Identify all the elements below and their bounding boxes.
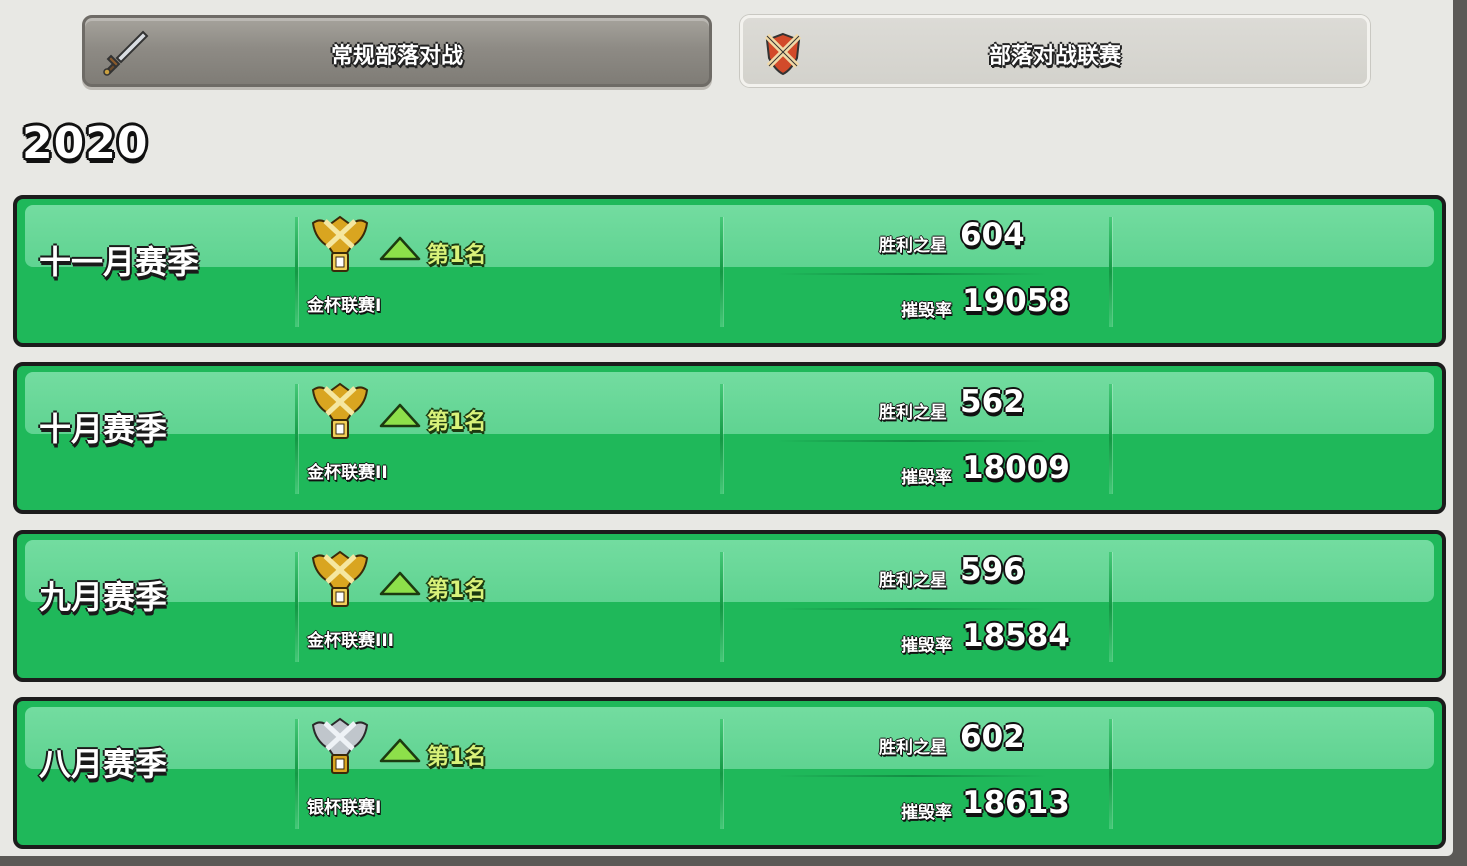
gold-league-badge-icon xyxy=(311,215,369,272)
destruction-value: 19058 xyxy=(962,283,1070,319)
rank-label: 第1名 xyxy=(427,243,487,268)
stars-label: 胜利之星 xyxy=(879,571,947,591)
destruction-label: 摧毁率 xyxy=(901,301,952,321)
destruction-value: 18009 xyxy=(962,450,1070,486)
destruction-label: 摧毁率 xyxy=(901,803,952,823)
tab-war-league[interactable]: 部落对战联赛 xyxy=(740,15,1370,87)
destruction-value: 18613 xyxy=(962,785,1070,821)
rank-label: 第1名 xyxy=(427,410,487,435)
season-row[interactable]: 八月赛季 第1名 银杯联赛I 胜利之星 602 摧毁率 18613 xyxy=(13,697,1446,849)
league-name: 金杯联赛III xyxy=(307,631,394,651)
rank-label: 第1名 xyxy=(427,745,487,770)
season-row[interactable]: 十一月赛季 第1名 金杯联赛I 胜利之星 604 摧毁率 19058 xyxy=(13,195,1446,347)
season-name: 八月赛季 xyxy=(39,745,168,783)
stars-value: 604 xyxy=(960,217,1025,253)
season-row[interactable]: 十月赛季 第1名 金杯联赛II 胜利之星 562 摧毁率 18009 xyxy=(13,362,1446,514)
stars-label: 胜利之星 xyxy=(879,236,947,256)
up-arrow-icon xyxy=(379,571,421,596)
silver-league-badge-icon xyxy=(311,717,369,774)
stars-value: 602 xyxy=(960,719,1025,755)
up-arrow-icon xyxy=(379,236,421,261)
gold-league-badge-icon xyxy=(311,550,369,607)
stars-label: 胜利之星 xyxy=(879,403,947,423)
stars-value: 596 xyxy=(960,552,1025,588)
destruction-value: 18584 xyxy=(962,618,1070,654)
season-name: 十一月赛季 xyxy=(39,243,200,281)
stars-label: 胜利之星 xyxy=(879,738,947,758)
up-arrow-icon xyxy=(379,738,421,763)
tab-regular-war-label: 常规部落对战 xyxy=(330,44,463,69)
tab-regular-war[interactable]: 常规部落对战 xyxy=(82,15,712,87)
league-name: 金杯联赛II xyxy=(307,463,388,483)
league-name: 银杯联赛I xyxy=(307,798,382,818)
tab-war-league-label: 部落对战联赛 xyxy=(988,44,1121,69)
season-name: 十月赛季 xyxy=(39,410,168,448)
stars-value: 562 xyxy=(960,384,1025,420)
destruction-label: 摧毁率 xyxy=(901,468,952,488)
year-heading: 2020 xyxy=(22,118,149,169)
destruction-label: 摧毁率 xyxy=(901,636,952,656)
war-log-panel: 常规部落对战 部落对战联赛 2020 十一月赛季 第1名 金杯联赛I 胜利之星 … xyxy=(0,0,1453,856)
season-name: 九月赛季 xyxy=(39,578,168,616)
rank-label: 第1名 xyxy=(427,578,487,603)
gold-league-badge-icon xyxy=(311,382,369,439)
up-arrow-icon xyxy=(379,403,421,428)
league-name: 金杯联赛I xyxy=(307,296,382,316)
season-row[interactable]: 九月赛季 第1名 金杯联赛III 胜利之星 596 摧毁率 18584 xyxy=(13,530,1446,682)
